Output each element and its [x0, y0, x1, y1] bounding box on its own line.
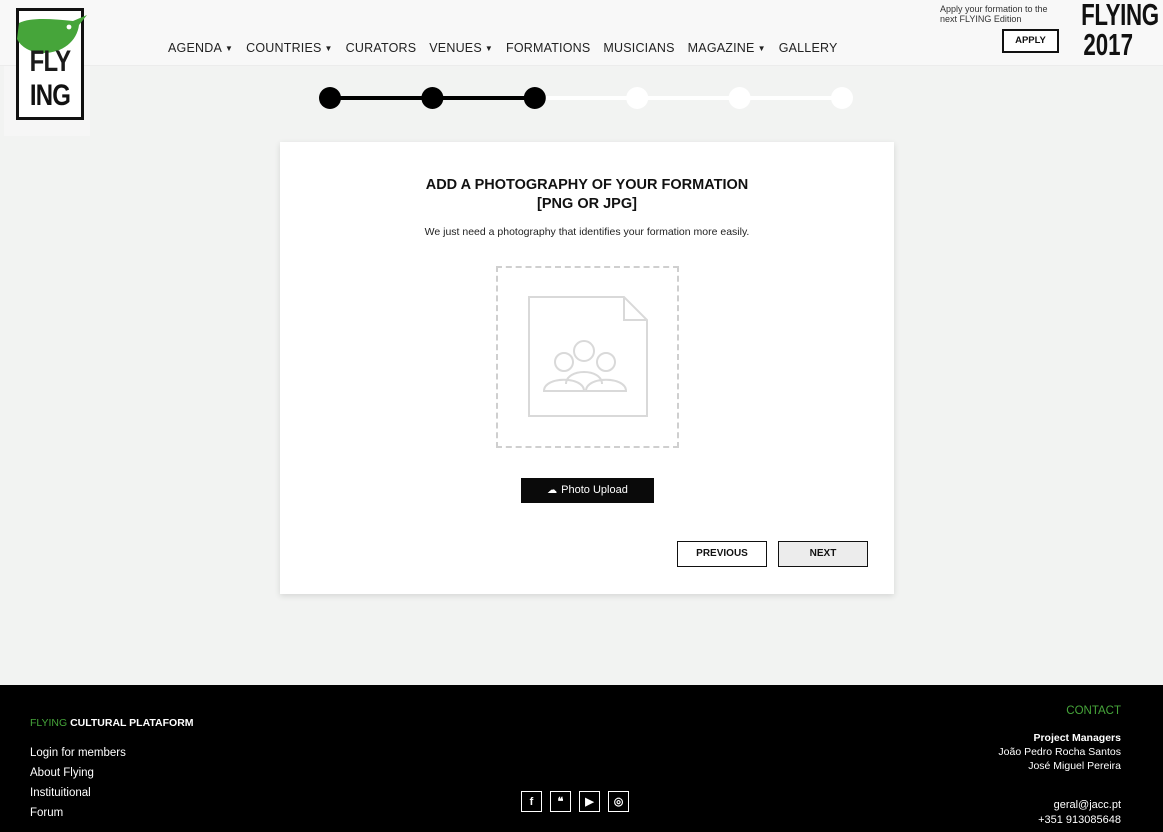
step-dot-completed	[319, 87, 341, 109]
contact-phone: +351 913085648	[1038, 814, 1121, 826]
step-progress	[0, 0, 1163, 130]
previous-button[interactable]: PREVIOUS	[677, 541, 767, 567]
footer-title-brand: FLYING	[30, 717, 68, 729]
group-photo-placeholder-icon	[528, 296, 648, 417]
photo-dropzone[interactable]	[496, 266, 679, 448]
step-progress-track	[319, 87, 853, 109]
footer-link[interactable]: Forum	[30, 803, 126, 823]
next-button[interactable]: NEXT	[778, 541, 868, 567]
twitter-icon[interactable]: ❝	[550, 791, 571, 812]
facebook-icon[interactable]: f	[521, 791, 542, 812]
footer-link[interactable]: Instituitional	[30, 783, 126, 803]
contact-details: geral@jacc.pt +351 913085648	[998, 798, 1121, 828]
card-title-line1: ADD A PHOTOGRAPHY OF YOUR FORMATION	[425, 177, 749, 193]
social-links: f ❝ ▶ ◎	[521, 791, 629, 812]
upload-card: ADD A PHOTOGRAPHY OF YOUR FORMATION [PNG…	[280, 142, 894, 594]
card-subtitle: We just need a photography that identifi…	[424, 226, 750, 238]
card-title-line2: [PNG OR JPG]	[537, 196, 637, 212]
project-manager-name: José Miguel Pereira	[1028, 760, 1121, 772]
footer-contact: CONTACT Project Managers João Pedro Roch…	[998, 705, 1121, 828]
project-manager-name: João Pedro Rocha Santos	[998, 746, 1121, 758]
cloud-upload-icon: ☁	[547, 485, 558, 496]
footer-links: Login for members About Flying Instituitio…	[30, 743, 126, 823]
photo-upload-label: Photo Upload	[561, 484, 628, 496]
project-managers: Project Managers João Pedro Rocha Santos…	[998, 731, 1121, 773]
step-dot-completed	[421, 87, 444, 109]
footer-title: FLYING CULTURAL PLATAFORM	[30, 717, 194, 729]
youtube-icon[interactable]: ▶	[579, 791, 600, 812]
contact-email[interactable]: geral@jacc.pt	[998, 798, 1121, 813]
footer-link[interactable]: About Flying	[30, 763, 126, 783]
step-dot-completed	[523, 87, 546, 109]
footer-title-rest: CULTURAL PLATAFORM	[67, 717, 194, 729]
step-dot-pending	[626, 87, 649, 109]
photo-upload-button[interactable]: ☁ Photo Upload	[521, 478, 654, 503]
contact-heading: CONTACT	[1066, 705, 1121, 717]
project-managers-heading: Project Managers	[1033, 732, 1121, 744]
site-footer: FLYING CULTURAL PLATAFORM Login for memb…	[0, 685, 1163, 832]
instagram-icon[interactable]: ◎	[608, 791, 629, 812]
step-dot-pending	[831, 87, 853, 109]
footer-link[interactable]: Login for members	[30, 743, 126, 763]
step-dot-pending	[728, 87, 751, 109]
card-title: ADD A PHOTOGRAPHY OF YOUR FORMATION [PNG…	[280, 176, 894, 214]
